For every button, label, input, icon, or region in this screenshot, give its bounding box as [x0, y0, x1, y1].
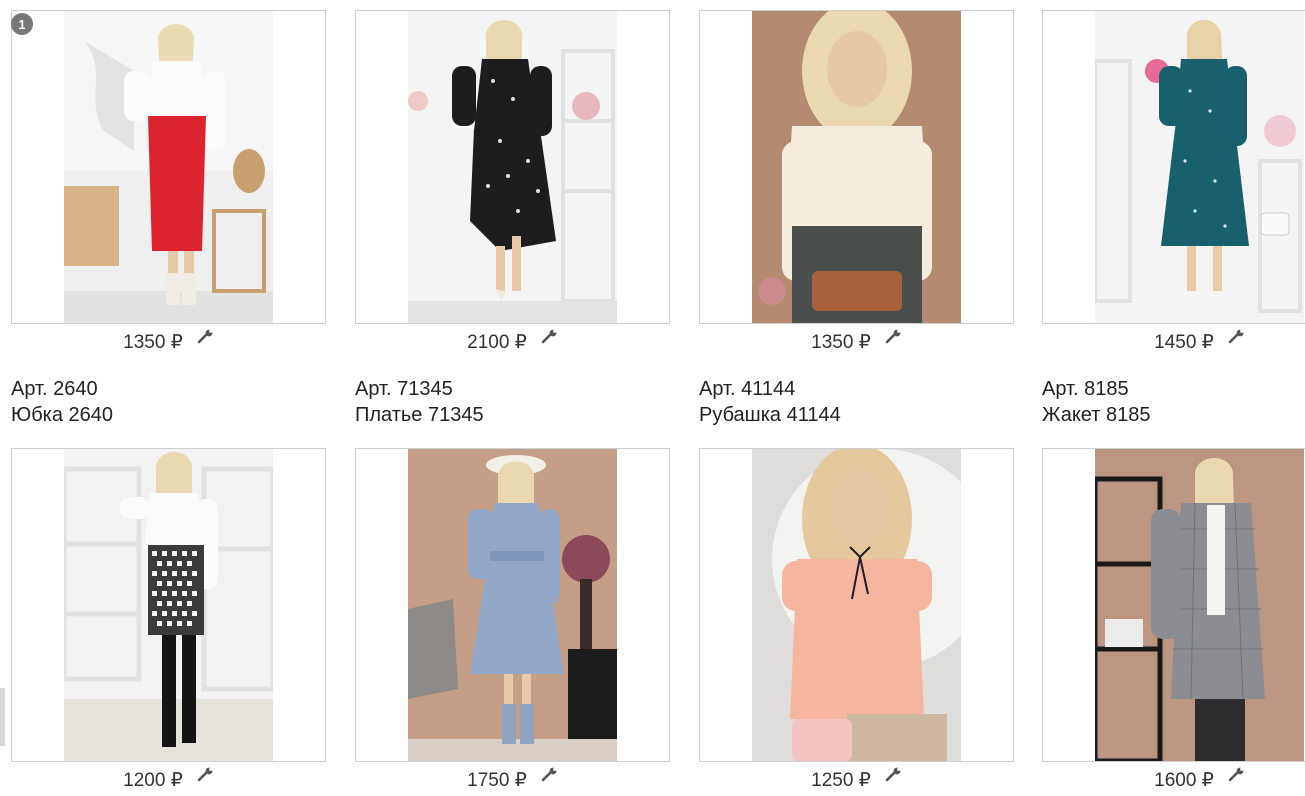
- product-image[interactable]: [355, 10, 670, 324]
- product-price: 1250 ₽: [811, 770, 871, 791]
- product-card: 1350 ₽ Арт. 2640 Юбка 2640: [11, 10, 326, 428]
- product-article: Арт. 8185: [1042, 378, 1129, 400]
- product-price: 1200 ₽: [123, 770, 183, 791]
- wrench-icon[interactable]: [885, 762, 902, 792]
- product-card: 1200 ₽: [11, 448, 326, 792]
- product-price: 1600 ₽: [1154, 770, 1214, 791]
- page-number-badge: 1: [11, 13, 33, 35]
- wrench-icon[interactable]: [541, 762, 558, 792]
- wrench-icon[interactable]: [197, 324, 214, 354]
- product-card: 1600 ₽: [1042, 448, 1305, 792]
- product-image[interactable]: [355, 448, 670, 762]
- product-price: 1450 ₽: [1154, 332, 1214, 353]
- product-price: 1350 ₽: [123, 332, 183, 353]
- product-article: Арт. 71345: [355, 378, 453, 400]
- product-title[interactable]: Платье 71345: [355, 402, 670, 428]
- product-article: Арт. 2640: [11, 378, 98, 400]
- side-tab[interactable]: [0, 688, 5, 746]
- product-price: 1350 ₽: [811, 332, 871, 353]
- product-price: 1750 ₽: [467, 770, 527, 791]
- product-article: Арт. 41144: [699, 378, 796, 400]
- product-image[interactable]: [699, 448, 1014, 762]
- product-title[interactable]: Юбка 2640: [11, 402, 326, 428]
- product-card: 1750 ₽: [355, 448, 670, 792]
- product-card: 1350 ₽ Арт. 41144 Рубашка 41144: [699, 10, 1014, 428]
- wrench-icon[interactable]: [1228, 324, 1245, 354]
- product-image[interactable]: [1042, 448, 1305, 762]
- product-image[interactable]: [699, 10, 1014, 324]
- wrench-icon[interactable]: [197, 762, 214, 792]
- product-card: 1450 ₽ Арт. 8185 Жакет 8185: [1042, 10, 1305, 428]
- wrench-icon[interactable]: [885, 324, 902, 354]
- product-image[interactable]: [11, 10, 326, 324]
- product-price: 2100 ₽: [467, 332, 527, 353]
- product-image[interactable]: [1042, 10, 1305, 324]
- wrench-icon[interactable]: [1228, 762, 1245, 792]
- product-image[interactable]: [11, 448, 326, 762]
- product-card: 2100 ₽ Арт. 71345 Платье 71345: [355, 10, 670, 428]
- wrench-icon[interactable]: [541, 324, 558, 354]
- product-title[interactable]: Рубашка 41144: [699, 402, 1014, 428]
- product-card: 1250 ₽: [699, 448, 1014, 792]
- product-title[interactable]: Жакет 8185: [1042, 402, 1305, 428]
